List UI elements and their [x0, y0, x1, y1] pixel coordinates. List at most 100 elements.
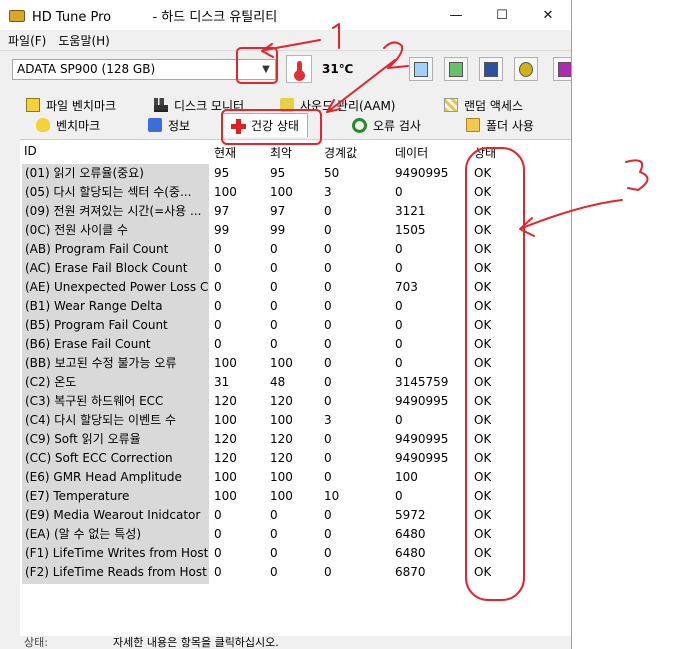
cell-id: (E6) GMR Head Amplitude: [24, 468, 209, 487]
table-row[interactable]: (B5) Program Fail Count 0 0 0 0 OK: [20, 316, 571, 335]
hdtune-window: HD Tune Pro - 하드 디스크 유틸리티 — ☐ ✕ 파일(F) 도움…: [0, 0, 572, 649]
cell-cur: 0: [214, 546, 222, 560]
tab-info[interactable]: 정보: [148, 115, 190, 135]
table-row[interactable]: (B1) Wear Range Delta 0 0 0 0 OK: [20, 297, 571, 316]
table-row[interactable]: (BB) 보고된 수정 불가능 오류 100 100 0 0 OK: [20, 354, 571, 373]
drive-select[interactable]: ADATA SP900 (128 GB) ▼: [12, 59, 276, 80]
chevron-down-icon[interactable]: ▼: [257, 60, 275, 79]
cell-status: OK: [474, 261, 492, 275]
column-header-data[interactable]: 데이터: [395, 144, 428, 161]
tab-label: 파일 벤치마크: [46, 98, 117, 113]
copy-screenshot-button[interactable]: [444, 57, 468, 81]
cell-status: OK: [474, 375, 492, 389]
annotation-number-3: [625, 159, 649, 191]
tab-folder-usage[interactable]: 폴더 사용: [466, 115, 534, 135]
save-button[interactable]: [479, 57, 503, 81]
table-row[interactable]: (0C) 전원 사이클 수 99 99 0 1505 OK: [20, 221, 571, 240]
table-row[interactable]: (E7) Temperature 100 100 10 0 OK: [20, 487, 571, 506]
tab-disk-monitor[interactable]: 디스크 모니터: [154, 95, 244, 115]
tab-label: 폴더 사용: [486, 118, 534, 133]
maximize-button[interactable]: ☐: [479, 0, 525, 30]
cell-worst: 0: [270, 280, 278, 294]
table-row[interactable]: (C4) 다시 할당되는 이벤트 수 100 100 3 0 OK: [20, 411, 571, 430]
menu-file[interactable]: 파일(F): [2, 32, 52, 49]
table-row[interactable]: (E6) GMR Head Amplitude 100 100 0 100 OK: [20, 468, 571, 487]
cell-data: 0: [395, 489, 403, 503]
cell-thr: 0: [324, 470, 332, 484]
close-button[interactable]: ✕: [525, 0, 571, 30]
cell-id: (B5) Program Fail Count: [24, 316, 209, 335]
copy-icon: [414, 61, 428, 77]
cell-cur: 95: [214, 166, 230, 180]
cell-id: (09) 전원 켜져있는 시간(=사용 ...: [24, 202, 209, 221]
cell-worst: 0: [270, 527, 278, 541]
column-header-status[interactable]: 상태: [474, 144, 496, 161]
tab-file-benchmark[interactable]: 파일 벤치마크: [26, 95, 116, 115]
cell-id: (F2) LifeTime Reads from Host: [24, 563, 209, 582]
table-row[interactable]: (C2) 온도 31 48 0 3145759 OK: [20, 373, 571, 392]
cell-data: 9490995: [395, 394, 449, 408]
tab-error-scan[interactable]: 오류 검사: [352, 115, 421, 135]
tab-aam[interactable]: 사운드 관리(AAM): [280, 95, 395, 115]
table-row[interactable]: (F2) LifeTime Reads from Host 0 0 0 6870 OK: [20, 563, 571, 582]
column-header-current[interactable]: 현재: [214, 144, 236, 161]
cell-cur: 0: [214, 318, 222, 332]
window-title: HD Tune Pro - 하드 디스크 유틸리티: [32, 9, 278, 25]
title-bar[interactable]: HD Tune Pro - 하드 디스크 유틸리티 — ☐ ✕: [0, 0, 571, 30]
table-row[interactable]: (F1) LifeTime Writes from Host 0 0 0 6480 OK: [20, 544, 571, 563]
cell-worst: 97: [270, 204, 286, 218]
table-row[interactable]: (AC) Erase Fail Block Count 0 0 0 0 OK: [20, 259, 571, 278]
table-row[interactable]: (C9) Soft 읽기 오류율 120 120 0 9490995 OK: [20, 430, 571, 449]
options-button[interactable]: [514, 57, 538, 81]
toolbar: ADATA SP900 (128 GB) ▼ 31℃: [0, 50, 571, 91]
minimize-button[interactable]: —: [433, 0, 479, 30]
floppy-disk-icon: [484, 61, 498, 77]
smart-table[interactable]: ID 현재 최악 경계값 데이터 상태 (01) 읽기 오류율(중요) 95 95 5…: [20, 139, 571, 637]
cell-thr: 0: [324, 527, 332, 541]
menu-help[interactable]: 도움말(H): [52, 32, 116, 49]
cell-data: 3145759: [395, 375, 449, 389]
cell-thr: 0: [324, 223, 332, 237]
cell-cur: 0: [214, 565, 222, 579]
cell-id: (F1) LifeTime Writes from Host: [24, 544, 209, 563]
exit-button[interactable]: [553, 57, 571, 81]
cell-data: 5972: [395, 508, 426, 522]
table-row[interactable]: (AE) Unexpected Power Loss Co... 0 0 0 703 OK: [20, 278, 571, 297]
cell-thr: 0: [324, 318, 332, 332]
cell-thr: 0: [324, 508, 332, 522]
table-row[interactable]: (B6) Erase Fail Count 0 0 0 0 OK: [20, 335, 571, 354]
copy-text-button[interactable]: [409, 57, 433, 81]
random-access-icon: [444, 98, 458, 112]
cell-id: (C2) 온도: [24, 373, 209, 392]
column-header-id[interactable]: ID: [24, 144, 37, 158]
cell-id: (AC) Erase Fail Block Count: [24, 259, 209, 278]
screenshot-icon: [449, 61, 463, 77]
magnifier-icon: [352, 117, 367, 133]
table-row[interactable]: (AB) Program Fail Count 0 0 0 0 OK: [20, 240, 571, 259]
tab-label: 건강 상태: [251, 119, 299, 133]
table-row[interactable]: (EA) (알 수 없는 특성) 0 0 0 6480 OK: [20, 525, 571, 544]
cell-status: OK: [474, 508, 492, 522]
cell-status: OK: [474, 413, 492, 427]
cell-worst: 100: [270, 356, 293, 370]
cell-worst: 0: [270, 299, 278, 313]
cell-id: (BB) 보고된 수정 불가능 오류: [24, 354, 209, 373]
table-row[interactable]: (C3) 복구된 하드웨어 ECC 120 120 0 9490995 OK: [20, 392, 571, 411]
table-row[interactable]: (01) 읽기 오류율(중요) 95 95 50 9490995 OK: [20, 164, 571, 183]
file-benchmark-icon: [26, 98, 40, 112]
column-header-worst[interactable]: 최악: [270, 144, 292, 161]
column-header-threshold[interactable]: 경계값: [324, 144, 357, 161]
cell-cur: 0: [214, 299, 222, 313]
table-row[interactable]: (CC) Soft ECC Correction 120 120 0 9490995 OK: [20, 449, 571, 468]
table-row[interactable]: (09) 전원 켜져있는 시간(=사용 ... 97 97 0 3121 OK: [20, 202, 571, 221]
tab-benchmark[interactable]: 벤치마크: [36, 115, 100, 135]
table-row[interactable]: (E9) Media Wearout Inidcator 0 0 0 5972 OK: [20, 506, 571, 525]
table-row[interactable]: (05) 다시 할당되는 섹터 수(중... 100 100 3 0 OK: [20, 183, 571, 202]
status-label: 상태:: [24, 636, 48, 649]
info-icon: [148, 118, 162, 132]
tab-health[interactable]: 건강 상태: [222, 113, 308, 137]
cell-cur: 99: [214, 223, 230, 237]
cell-thr: 10: [324, 489, 340, 503]
tab-random-access[interactable]: 랜덤 액세스: [444, 95, 523, 115]
status-bar: 상태: 자세한 내용은 항목을 클릭하십시오.: [0, 636, 571, 649]
